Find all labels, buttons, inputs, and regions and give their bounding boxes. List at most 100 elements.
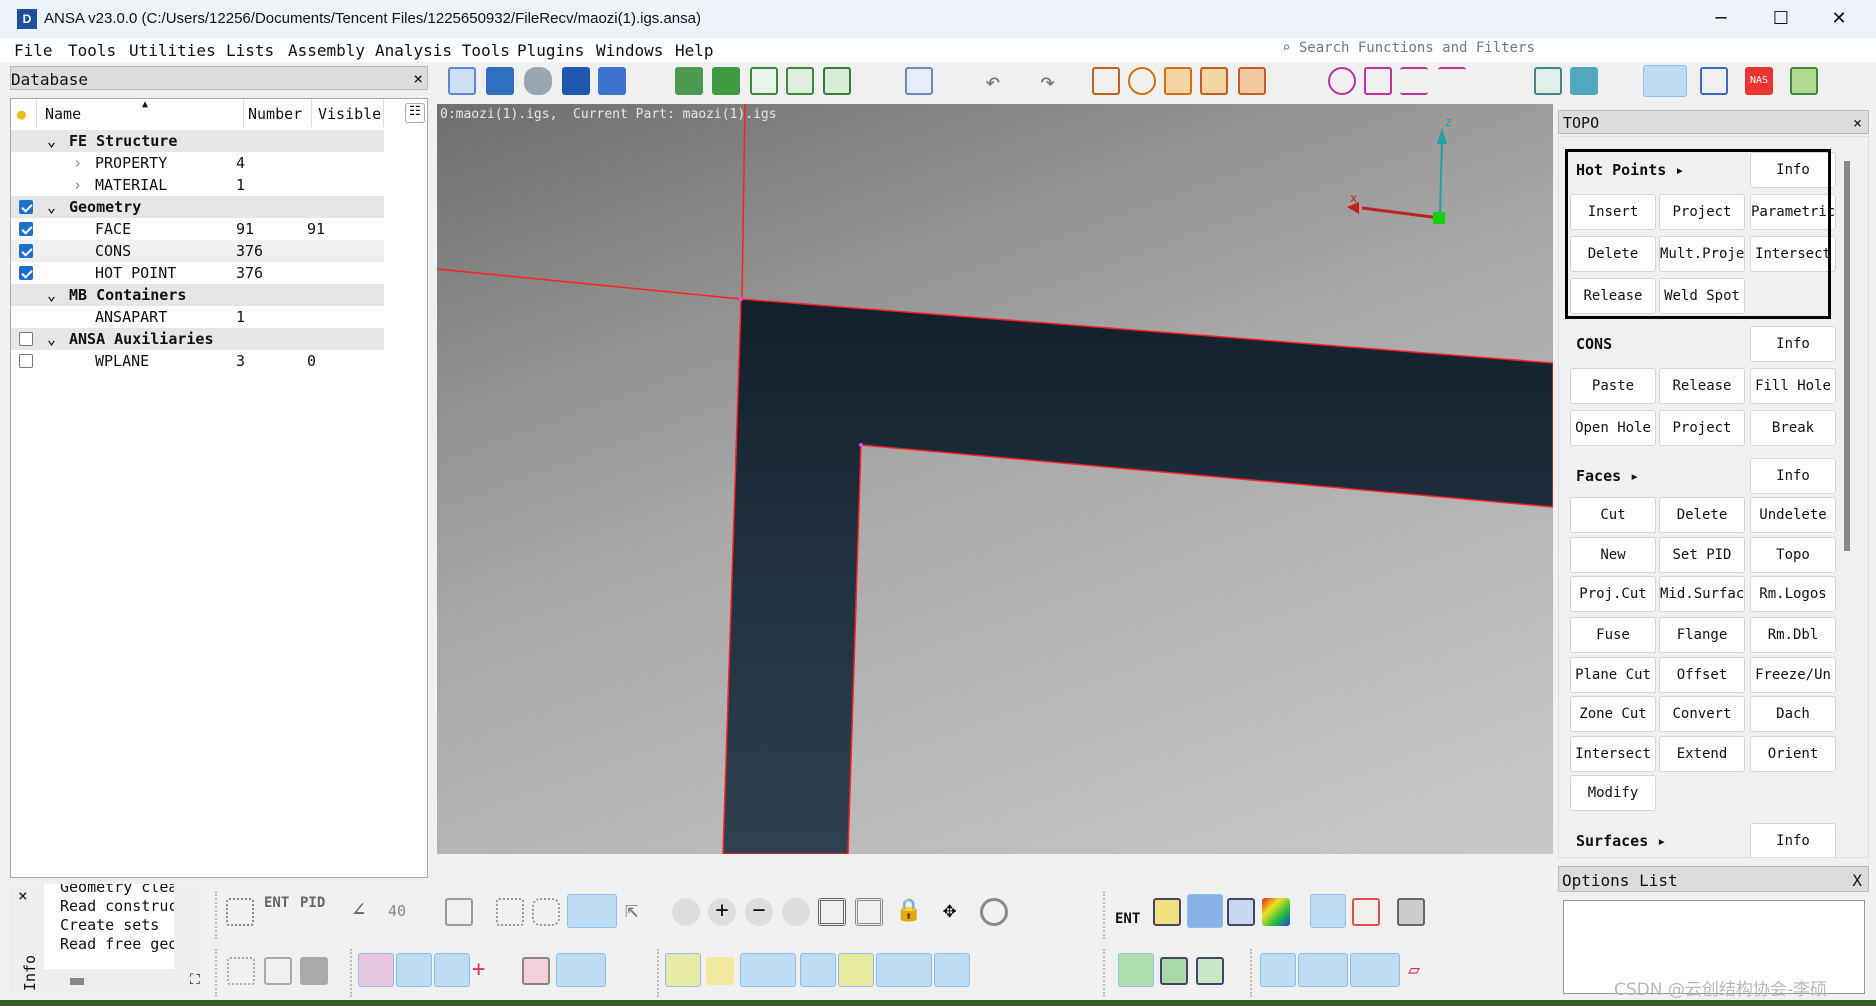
cons-paste-button[interactable]: Paste bbox=[1570, 368, 1656, 404]
info-icon[interactable] bbox=[1128, 67, 1156, 95]
invert-icon[interactable] bbox=[782, 898, 810, 926]
cons-break-button[interactable]: Break bbox=[1750, 410, 1836, 446]
cons-edge[interactable] bbox=[741, 104, 746, 300]
database-close-button[interactable]: × bbox=[413, 69, 423, 88]
pid-select-button[interactable]: PID bbox=[300, 895, 325, 911]
solid-icon[interactable] bbox=[1160, 957, 1188, 985]
tree-row-cons[interactable]: CONS 376 bbox=[11, 240, 384, 262]
checklist-icon[interactable] bbox=[786, 67, 814, 95]
info-close-button[interactable]: × bbox=[18, 886, 28, 905]
collapse-chevron-icon[interactable]: › bbox=[73, 176, 82, 194]
section-surfaces[interactable]: Surfaces ▸ bbox=[1576, 832, 1666, 850]
materials-list-icon[interactable] bbox=[598, 67, 626, 95]
contour-icon[interactable] bbox=[1262, 898, 1290, 926]
lock-icon[interactable]: 🔒 bbox=[895, 898, 923, 926]
menu-help[interactable]: Help bbox=[675, 41, 714, 60]
expand-icon[interactable]: ⛶ bbox=[190, 972, 200, 988]
tree-row-ansapart[interactable]: ANSAPART 1 bbox=[11, 306, 384, 328]
faces-plane-cut-button[interactable]: Plane Cut bbox=[1570, 657, 1656, 693]
model-browser-icon[interactable] bbox=[486, 67, 514, 95]
menu-utilities[interactable]: Utilities bbox=[129, 41, 216, 60]
sets-icon[interactable] bbox=[675, 67, 703, 95]
faces-new-button[interactable]: New bbox=[1570, 537, 1656, 573]
faces-fuse-button[interactable]: Fuse bbox=[1570, 617, 1656, 653]
zoom-icon[interactable] bbox=[905, 67, 933, 95]
tree-row-fe-structure[interactable]: ⌄ FE Structure bbox=[11, 130, 384, 152]
cons-open-hole-button[interactable]: Open Hole bbox=[1570, 410, 1656, 446]
redo-icon[interactable]: ↷ bbox=[1040, 67, 1068, 97]
ent-label-button[interactable]: ENT bbox=[1115, 911, 1140, 927]
topo-close-button[interactable]: × bbox=[1853, 114, 1862, 132]
hot-point[interactable] bbox=[859, 443, 863, 447]
faces-flange-button[interactable]: Flange bbox=[1659, 617, 1745, 653]
measure-icon[interactable] bbox=[1092, 67, 1120, 95]
tree-row-mb-containers[interactable]: ⌄ MB Containers bbox=[11, 284, 384, 306]
visibility-checkbox[interactable] bbox=[19, 244, 33, 258]
visibility-checkbox[interactable] bbox=[19, 332, 33, 346]
surfaces-info-button[interactable]: Info bbox=[1750, 823, 1836, 857]
flashlight-icon[interactable] bbox=[567, 894, 617, 928]
focus-icon[interactable] bbox=[1790, 67, 1818, 95]
column-visible[interactable]: Visible bbox=[312, 99, 384, 127]
cons-project-button[interactable]: Project bbox=[1659, 410, 1745, 446]
hidden-line-cube-icon[interactable] bbox=[264, 957, 292, 985]
surface-mid-icon[interactable] bbox=[876, 953, 932, 987]
column-options-icon[interactable]: ☷ bbox=[405, 103, 425, 123]
add-icon[interactable]: + bbox=[708, 898, 736, 926]
pick-mode-icon[interactable] bbox=[1643, 65, 1687, 97]
tree-row-ansa-auxiliaries[interactable]: ⌄ ANSA Auxiliaries bbox=[11, 328, 384, 350]
expand-chevron-icon[interactable]: ⌄ bbox=[47, 132, 56, 150]
menu-lists[interactable]: Lists bbox=[226, 41, 274, 60]
curve-icon[interactable] bbox=[712, 67, 740, 95]
cons-fill-hole-button[interactable]: Fill Hole bbox=[1750, 368, 1836, 404]
surface-box-icon[interactable] bbox=[665, 953, 701, 987]
window-layout-icon[interactable] bbox=[1700, 67, 1728, 95]
surface-twist-icon[interactable] bbox=[934, 953, 970, 987]
cons-edge[interactable] bbox=[437, 268, 742, 300]
faces-zone-cut-button[interactable]: Zone Cut bbox=[1570, 696, 1656, 732]
tree-row-property[interactable]: › PROPERTY 4 bbox=[11, 152, 384, 174]
expand-chevron-icon[interactable]: ⌄ bbox=[47, 286, 56, 304]
select-box-icon[interactable] bbox=[226, 898, 254, 926]
hp-delete-button[interactable]: Delete bbox=[1570, 236, 1656, 272]
section-view-icon[interactable] bbox=[1227, 898, 1255, 926]
red-cube-icon[interactable] bbox=[1352, 898, 1380, 926]
hole-icon[interactable] bbox=[1328, 67, 1356, 95]
remove-icon[interactable]: − bbox=[745, 898, 773, 926]
hot-points-info-button[interactable]: Info bbox=[1750, 152, 1836, 188]
database-icon[interactable] bbox=[524, 67, 552, 95]
menu-file[interactable]: File bbox=[14, 41, 53, 60]
cons-release-button[interactable]: Release bbox=[1659, 368, 1745, 404]
faces-convert-button[interactable]: Convert bbox=[1659, 696, 1745, 732]
mesh-mode-icon[interactable] bbox=[396, 953, 432, 987]
wire-cube-icon[interactable] bbox=[1310, 894, 1346, 928]
surface-split-icon[interactable] bbox=[740, 953, 796, 987]
select-window-icon[interactable] bbox=[496, 898, 524, 926]
log-scrollbar[interactable] bbox=[70, 978, 84, 985]
l-profile-face[interactable] bbox=[722, 298, 1553, 854]
solid-box-icon[interactable] bbox=[1118, 953, 1154, 987]
column-name[interactable]: Name ▲ bbox=[37, 99, 244, 127]
hp-project-button[interactable]: Project bbox=[1659, 194, 1745, 230]
info-tab[interactable]: Info bbox=[21, 955, 39, 991]
mass-icon[interactable] bbox=[1200, 67, 1228, 95]
expand-chevron-icon[interactable]: ⌄ bbox=[47, 198, 56, 216]
expand-chevron-icon[interactable]: ⌄ bbox=[47, 330, 56, 348]
cursor-icon[interactable]: ⇱ bbox=[625, 898, 653, 926]
point-face-icon[interactable] bbox=[1298, 953, 1348, 987]
options-list-close-button[interactable]: X bbox=[1852, 871, 1862, 890]
visibility-checkbox[interactable] bbox=[19, 200, 33, 214]
menu-windows[interactable]: Windows bbox=[596, 41, 663, 60]
graphics-viewport[interactable]: x z 0:maozi(1).igs, Current Part: maozi(… bbox=[437, 104, 1553, 854]
faces-proj-cut-button[interactable]: Proj.Cut bbox=[1570, 576, 1656, 612]
visibility-checkbox[interactable] bbox=[19, 266, 33, 280]
tree-row-material[interactable]: › MATERIAL 1 bbox=[11, 174, 384, 196]
mark-icon[interactable] bbox=[1238, 67, 1266, 95]
faces-intersect-button[interactable]: Intersect bbox=[1570, 736, 1656, 772]
tree-row-face[interactable]: FACE 91 91 bbox=[11, 218, 384, 240]
view-half-icon[interactable] bbox=[855, 898, 883, 926]
arc-icon[interactable] bbox=[1350, 953, 1400, 987]
minimize-button[interactable]: ─ bbox=[1698, 6, 1744, 32]
menu-analysis-tools[interactable]: Analysis Tools bbox=[375, 41, 510, 60]
faces-mid-surface-button[interactable]: Mid.Surfac. bbox=[1659, 576, 1745, 612]
